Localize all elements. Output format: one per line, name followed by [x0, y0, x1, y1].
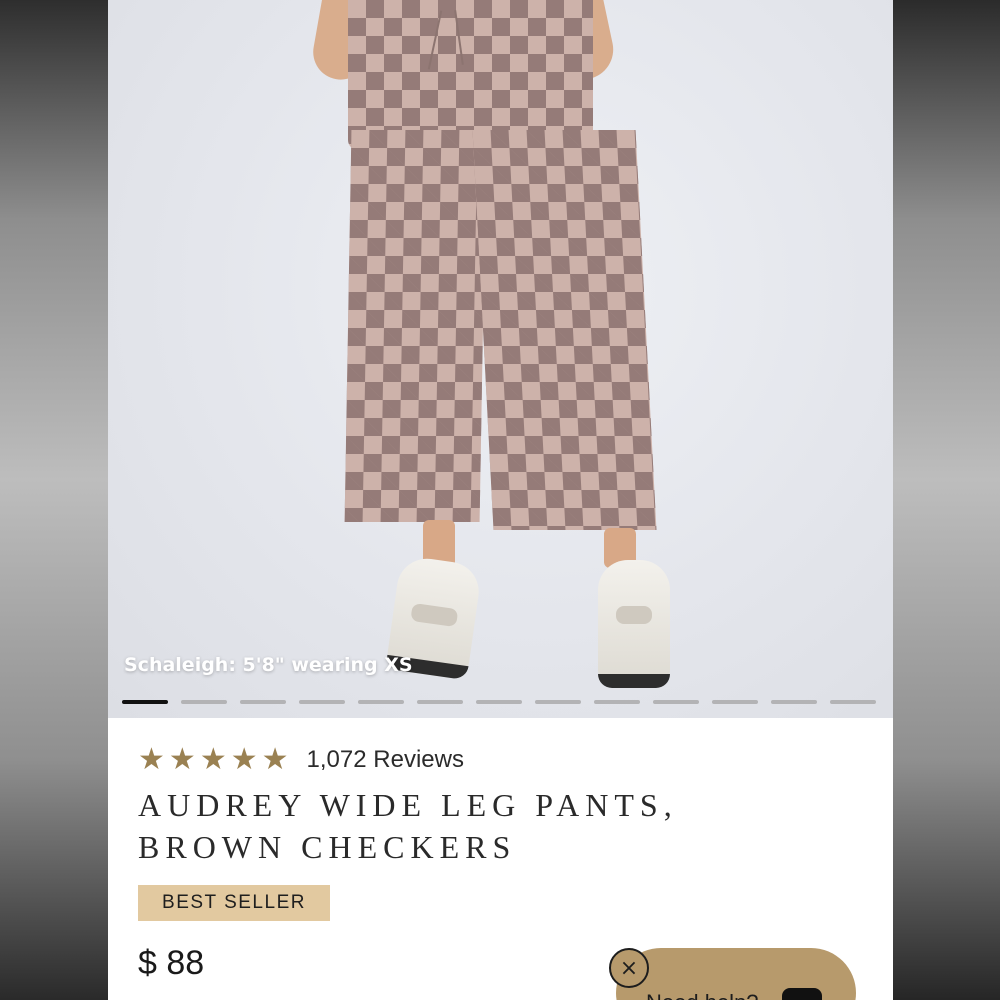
product-page: Schaleigh: 5'8" wearing XS ★ ★ ★ ★ ★ 1,0… [108, 0, 893, 1000]
gallery-dot[interactable] [181, 700, 227, 704]
gallery-dot[interactable] [535, 700, 581, 704]
product-image-gallery[interactable]: Schaleigh: 5'8" wearing XS [108, 0, 893, 718]
left-backdrop [0, 0, 108, 1000]
star-icon: ★ [199, 742, 227, 777]
pants-left-leg [344, 130, 487, 522]
best-seller-badge: BEST SELLER [138, 885, 330, 921]
gallery-dot[interactable] [594, 700, 640, 704]
pants-right-leg [472, 130, 657, 530]
star-icon: ★ [138, 742, 165, 777]
gallery-dot[interactable] [417, 700, 463, 704]
gallery-dot[interactable] [476, 700, 522, 704]
product-title: AUDREY WIDE LEG PANTS, BROWN CHECKERS [138, 787, 678, 865]
gallery-dot[interactable] [771, 700, 817, 704]
star-icon: ★ [261, 742, 289, 777]
right-sneaker [598, 560, 670, 688]
rating-row[interactable]: ★ ★ ★ ★ ★ 1,072 Reviews [138, 744, 464, 776]
close-icon[interactable]: × [609, 948, 649, 988]
right-backdrop [893, 0, 1000, 1000]
product-price: $ 88 [138, 944, 205, 982]
gallery-dot[interactable] [830, 700, 876, 704]
model-caption: Schaleigh: 5'8" wearing XS [124, 654, 413, 676]
product-info: ★ ★ ★ ★ ★ 1,072 Reviews AUDREY WIDE LEG … [108, 718, 893, 1000]
star-icon: ★ [168, 742, 196, 777]
star-icon: ★ [230, 742, 258, 777]
gallery-pagination [122, 700, 876, 704]
chat-widget-button[interactable]: Need help? [616, 948, 856, 1000]
reviews-link[interactable]: 1,072 Reviews [307, 746, 464, 774]
gallery-dot[interactable] [653, 700, 699, 704]
gallery-dot[interactable] [299, 700, 345, 704]
pants-waist [348, 0, 593, 150]
gallery-dot-active[interactable] [122, 700, 168, 704]
gallery-dot[interactable] [358, 700, 404, 704]
chat-widget-label: Need help? [646, 990, 759, 1000]
gallery-dot[interactable] [240, 700, 286, 704]
gallery-dot[interactable] [712, 700, 758, 704]
chat-icon [782, 988, 822, 1000]
rating-stars: ★ ★ ★ ★ ★ [138, 744, 289, 776]
